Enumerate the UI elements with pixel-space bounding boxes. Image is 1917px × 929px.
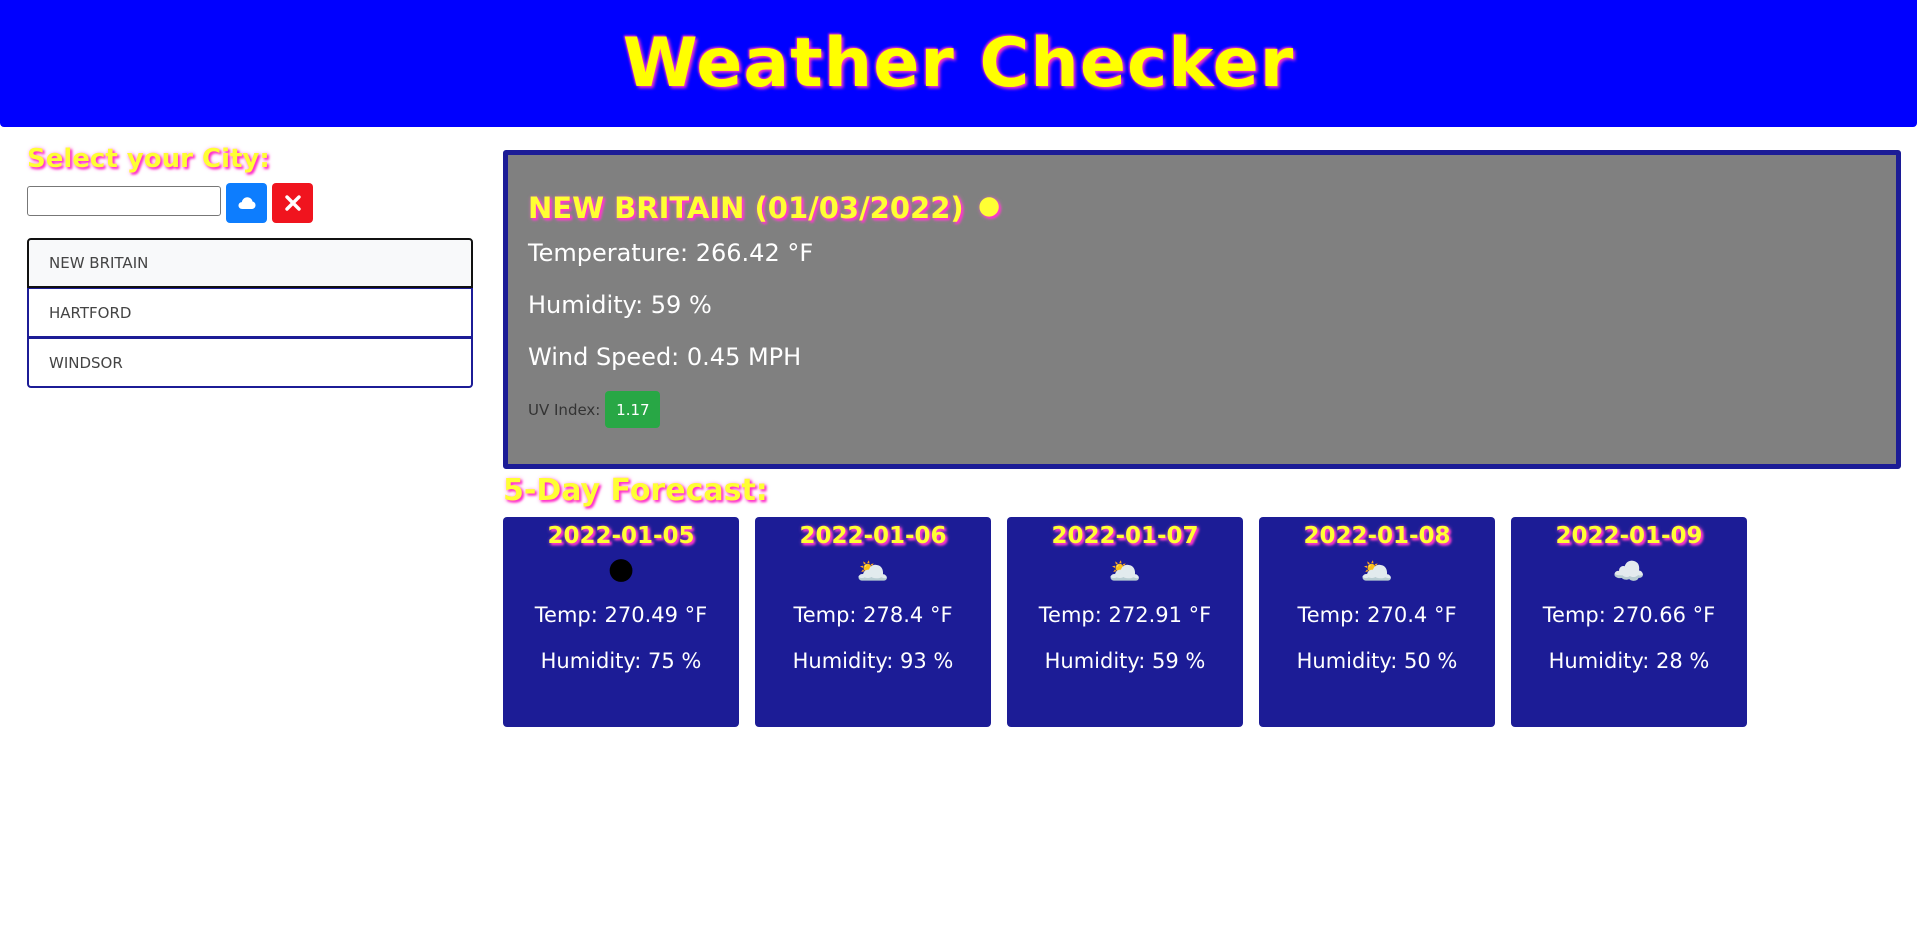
forecast-date: 2022-01-06 (799, 523, 947, 549)
forecast-card: 2022-01-08 🌥️ Temp: 270.4 °F Humidity: 5… (1259, 517, 1495, 727)
city-search-input[interactable] (27, 186, 221, 216)
select-city-label: Select your City: (27, 144, 270, 174)
forecast-temp: Temp: 270.49 °F (534, 603, 708, 627)
forecast-temp: Temp: 278.4 °F (793, 603, 953, 627)
forecast-card: 2022-01-06 🌥️ Temp: 278.4 °F Humidity: 9… (755, 517, 991, 727)
night-clear-icon: 🌑 (607, 557, 635, 587)
forecast-humidity: Humidity: 59 % (1044, 649, 1206, 673)
city-item-new-britain[interactable]: NEW BRITAIN (27, 238, 473, 288)
close-icon (284, 195, 301, 211)
current-wind-speed: Wind Speed: 0.45 MPH (528, 343, 802, 371)
clear-button[interactable] (272, 183, 313, 223)
current-city-date: NEW BRITAIN (01/03/2022) (528, 191, 964, 225)
night-clear-icon: 🌑 (977, 195, 1001, 221)
cloud-icon (238, 197, 255, 209)
forecast-card: 2022-01-05 🌑 Temp: 270.49 °F Humidity: 7… (503, 517, 739, 727)
cloud-icon: ☁️ (1612, 557, 1646, 587)
app-title: Weather Checker (622, 24, 1295, 103)
cloudy-icon: 🌥️ (856, 557, 890, 587)
forecast-row: 2022-01-05 🌑 Temp: 270.49 °F Humidity: 7… (503, 517, 1747, 727)
forecast-temp: Temp: 272.91 °F (1038, 603, 1212, 627)
city-history-list: NEW BRITAIN HARTFORD WINDSOR (27, 238, 473, 388)
forecast-humidity: Humidity: 75 % (540, 649, 702, 673)
cloudy-icon: 🌥️ (1360, 557, 1394, 587)
forecast-date: 2022-01-08 (1303, 523, 1451, 549)
forecast-card: 2022-01-07 🌥️ Temp: 272.91 °F Humidity: … (1007, 517, 1243, 727)
city-item-hartford[interactable]: HARTFORD (27, 288, 473, 338)
forecast-temp: Temp: 270.4 °F (1297, 603, 1457, 627)
current-humidity: Humidity: 59 % (528, 291, 712, 319)
uv-index-row: UV Index: 1.17 (528, 391, 1896, 428)
forecast-date: 2022-01-07 (1051, 523, 1199, 549)
current-heading: NEW BRITAIN (01/03/2022) 🌑 (528, 191, 1896, 225)
forecast-humidity: Humidity: 93 % (792, 649, 954, 673)
city-item-windsor[interactable]: WINDSOR (27, 338, 473, 388)
app-header: Weather Checker (0, 0, 1917, 127)
uv-index-badge: 1.17 (605, 391, 661, 428)
forecast-humidity: Humidity: 50 % (1296, 649, 1458, 673)
search-button[interactable] (226, 183, 267, 223)
forecast-temp: Temp: 270.66 °F (1542, 603, 1716, 627)
forecast-date: 2022-01-05 (547, 523, 695, 549)
forecast-humidity: Humidity: 28 % (1548, 649, 1710, 673)
forecast-title: 5-Day Forecast: (503, 473, 768, 508)
current-weather-card: NEW BRITAIN (01/03/2022) 🌑 Temperature: … (503, 150, 1901, 469)
current-temperature: Temperature: 266.42 °F (528, 239, 814, 267)
cloudy-icon: 🌥️ (1108, 557, 1142, 587)
forecast-date: 2022-01-09 (1555, 523, 1703, 549)
search-row (27, 183, 313, 223)
uv-index-label: UV Index: (528, 400, 601, 419)
forecast-card: 2022-01-09 ☁️ Temp: 270.66 °F Humidity: … (1511, 517, 1747, 727)
